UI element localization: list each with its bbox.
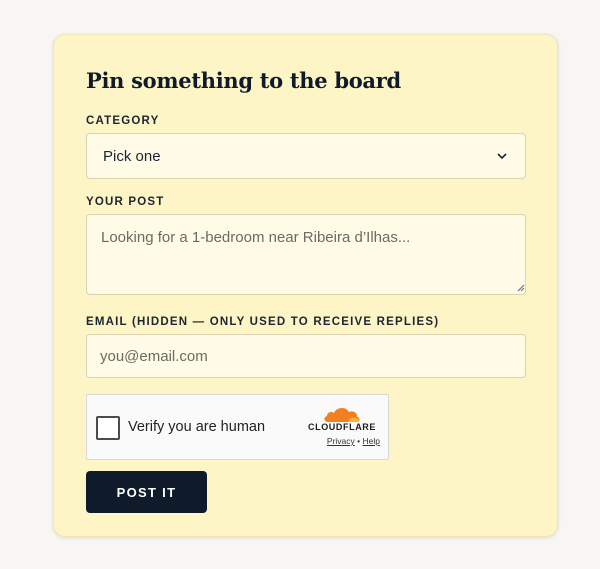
help-link[interactable]: Help [363,436,380,446]
privacy-link[interactable]: Privacy [327,436,355,446]
email-label: EMAIL (HIDDEN — ONLY USED TO RECEIVE REP… [86,316,440,328]
captcha-checkbox[interactable] [96,416,120,440]
post-form-card: Pin something to the board CATEGORY Pick… [53,34,558,537]
category-label: CATEGORY [86,115,160,127]
cloudflare-wordmark: CLOUDFLARE [308,422,376,432]
category-selected-value: Pick one [103,147,161,165]
chevron-down-icon [495,149,509,163]
category-select[interactable]: Pick one [86,133,526,179]
email-input[interactable] [86,334,526,378]
post-it-button[interactable]: POST IT [86,471,207,513]
cloudflare-logo: CLOUDFLARE [302,405,382,432]
captcha-widget: Verify you are human CLOUDFLARE Privacy … [86,394,389,460]
post-label: YOUR POST [86,196,165,208]
form-title: Pin something to the board [86,68,401,93]
cloudflare-logo-icon [324,407,360,422]
captcha-links: Privacy • Help [327,436,380,446]
captcha-text: Verify you are human [128,419,266,435]
post-textarea[interactable] [86,214,526,295]
link-separator: • [357,436,361,446]
resize-grip-icon[interactable] [516,283,525,292]
